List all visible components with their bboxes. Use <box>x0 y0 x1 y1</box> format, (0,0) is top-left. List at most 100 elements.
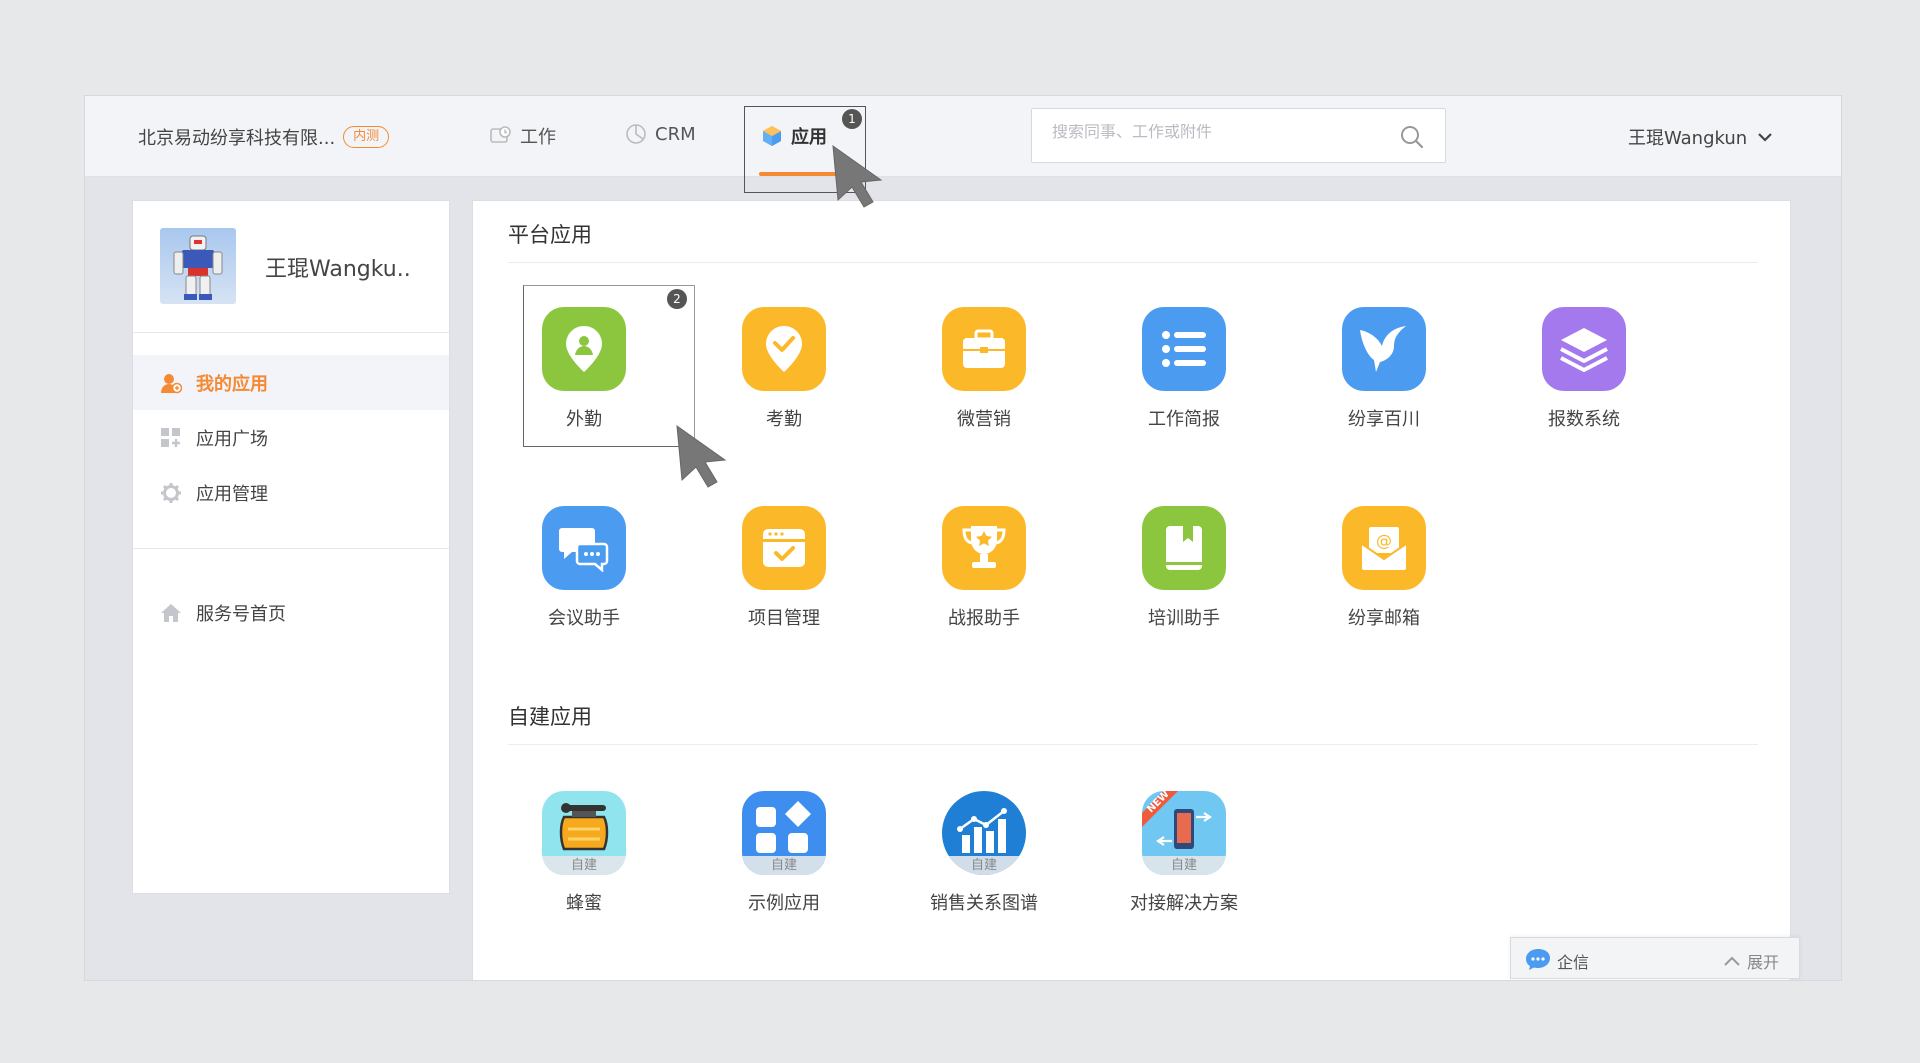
sidebar-item-service-home[interactable]: 服务号首页 <box>133 585 449 640</box>
profile-name: 王琨Wangku.. <box>265 257 411 282</box>
company-name: 北京易动纷享科技有限... <box>138 128 336 149</box>
app-label: 战报助手 <box>948 608 1020 629</box>
self-built-badge: 自建 <box>542 856 626 875</box>
app-label: 销售关系图谱 <box>930 893 1038 914</box>
sidebar-item-app-plaza[interactable]: 应用广场 <box>133 410 449 465</box>
app-project-management[interactable]: 项目管理 <box>699 506 869 630</box>
sidebar-item-my-apps[interactable]: 我的应用 <box>133 355 449 410</box>
app-tile <box>542 307 626 391</box>
sidebar-item-service-home-wrap: 服务号首页 <box>133 585 449 640</box>
trophy-icon <box>962 526 1006 568</box>
app-fenxiang-baichuan[interactable]: 纷享百川 <box>1299 307 1469 431</box>
app-label: 微营销 <box>957 409 1011 430</box>
search-box <box>1031 108 1446 163</box>
app-plaza-icon <box>161 427 180 447</box>
app-integration-solution[interactable]: NEW 自建 对接解决方案 <box>1099 791 1269 915</box>
pointer-arrow-icon <box>676 424 727 488</box>
sidebar-item-label: 应用管理 <box>196 483 268 505</box>
chat-label: 企信 <box>1557 953 1590 972</box>
app-training-assistant[interactable]: 培训助手 <box>1099 506 1269 630</box>
beta-badge: 内测 <box>343 126 390 148</box>
app-label: 对接解决方案 <box>1130 893 1238 914</box>
app-fenxiang-mail[interactable]: @ 纷享邮箱 <box>1299 506 1469 630</box>
app-label: 纷享邮箱 <box>1348 608 1420 629</box>
self-built-badge: 自建 <box>742 856 826 875</box>
app-tile <box>742 307 826 391</box>
search-input[interactable] <box>1052 124 1392 142</box>
app-label: 示例应用 <box>748 893 820 914</box>
app-tile <box>942 307 1026 391</box>
chat-bar[interactable]: 企信 展开 <box>1510 937 1800 979</box>
layers-icon <box>1560 328 1608 372</box>
company-selector[interactable]: 北京易动纷享科技有限... 内测 <box>138 124 390 150</box>
home-icon <box>161 603 181 622</box>
my-apps-icon <box>161 373 182 393</box>
step-marker-2: 2 <box>667 289 687 309</box>
step-marker-1: 1 <box>842 109 862 129</box>
app-work-brief[interactable]: 工作简报 <box>1099 307 1269 431</box>
nav-tab-crm[interactable]: CRM <box>625 123 696 145</box>
app-tile: @ <box>1342 506 1426 590</box>
list-icon <box>1162 331 1206 367</box>
app-honey[interactable]: 自建 蜂蜜 <box>499 791 669 915</box>
location-pin-icon <box>566 326 602 372</box>
app-meeting-assistant[interactable]: 会议助手 <box>499 506 669 630</box>
self-built-badge: 自建 <box>942 856 1026 875</box>
app-battle-report[interactable]: 战报助手 <box>899 506 1069 630</box>
svg-text:@: @ <box>1376 531 1392 550</box>
app-label: 蜂蜜 <box>566 893 602 914</box>
pie-chart-icon <box>626 124 646 144</box>
hummingbird-icon <box>1360 326 1406 372</box>
chat-icon <box>1526 949 1550 970</box>
sidebar-item-app-management[interactable]: 应用管理 <box>133 465 449 520</box>
app-label: 纷享百川 <box>1348 409 1420 430</box>
nav-tab-work-label: 工作 <box>520 127 556 148</box>
nav-tab-crm-label: CRM <box>655 123 696 145</box>
app-label: 报数系统 <box>1548 409 1620 430</box>
sidebar-menu: 我的应用 应用广场 应用管理 <box>133 333 449 520</box>
new-tag: NEW <box>1145 791 1171 815</box>
app-tile <box>1542 307 1626 391</box>
sidebar: 王琨Wangku.. 我的应用 应用广场 应用管理 服务号首页 <box>132 200 450 894</box>
app-sample[interactable]: 自建 示例应用 <box>699 791 869 915</box>
app-micro-marketing[interactable]: 微营销 <box>899 307 1069 431</box>
sidebar-item-label: 应用广场 <box>196 428 268 450</box>
divider <box>508 262 1758 263</box>
app-label: 外勤 <box>566 409 602 430</box>
app-label: 会议助手 <box>548 608 620 629</box>
calendar-check-icon <box>763 529 805 567</box>
app-tile: 自建 <box>542 791 626 875</box>
main-content: 平台应用 外勤 考勤 微营销 工作简报 纷享百川 报数系统 会议助手 项目管理 … <box>472 200 1791 980</box>
app-tile <box>1142 506 1226 590</box>
book-icon <box>1166 526 1202 570</box>
user-menu[interactable]: 王琨Wangkun <box>1628 124 1773 150</box>
app-tile <box>1142 307 1226 391</box>
app-label: 工作简报 <box>1148 409 1220 430</box>
sidebar-item-label: 服务号首页 <box>196 603 286 625</box>
divider <box>133 548 449 549</box>
app-sales-relationship-graph[interactable]: 自建 销售关系图谱 <box>899 791 1069 915</box>
profile-card: 王琨Wangku.. <box>133 201 449 333</box>
top-bar: 北京易动纷享科技有限... 内测 工作 CRM 应用 王琨Wangkun <box>85 96 1841 177</box>
mail-icon: @ <box>1361 527 1407 570</box>
sidebar-item-label: 我的应用 <box>196 373 268 395</box>
app-tile <box>1342 307 1426 391</box>
app-tile: 自建 <box>742 791 826 875</box>
chat-expand-button[interactable]: 展开 <box>1723 949 1779 973</box>
check-pin-icon <box>766 326 802 372</box>
gear-icon <box>161 482 181 503</box>
chat-bubbles-icon <box>559 528 609 572</box>
app-reporting-system[interactable]: 报数系统 <box>1499 307 1669 431</box>
self-built-badge: 自建 <box>1142 856 1226 875</box>
app-tile: NEW 自建 <box>1142 791 1226 875</box>
briefcase-icon <box>963 329 1005 368</box>
avatar[interactable] <box>160 228 236 304</box>
chat-expand-label: 展开 <box>1746 953 1779 972</box>
app-field-work[interactable]: 外勤 <box>499 307 669 431</box>
app-attendance[interactable]: 考勤 <box>699 307 869 431</box>
nav-tab-work[interactable]: 工作 <box>490 123 556 149</box>
app-label: 培训助手 <box>1148 608 1220 629</box>
search-icon[interactable] <box>1399 124 1425 150</box>
app-tile <box>942 506 1026 590</box>
work-icon <box>490 126 511 143</box>
